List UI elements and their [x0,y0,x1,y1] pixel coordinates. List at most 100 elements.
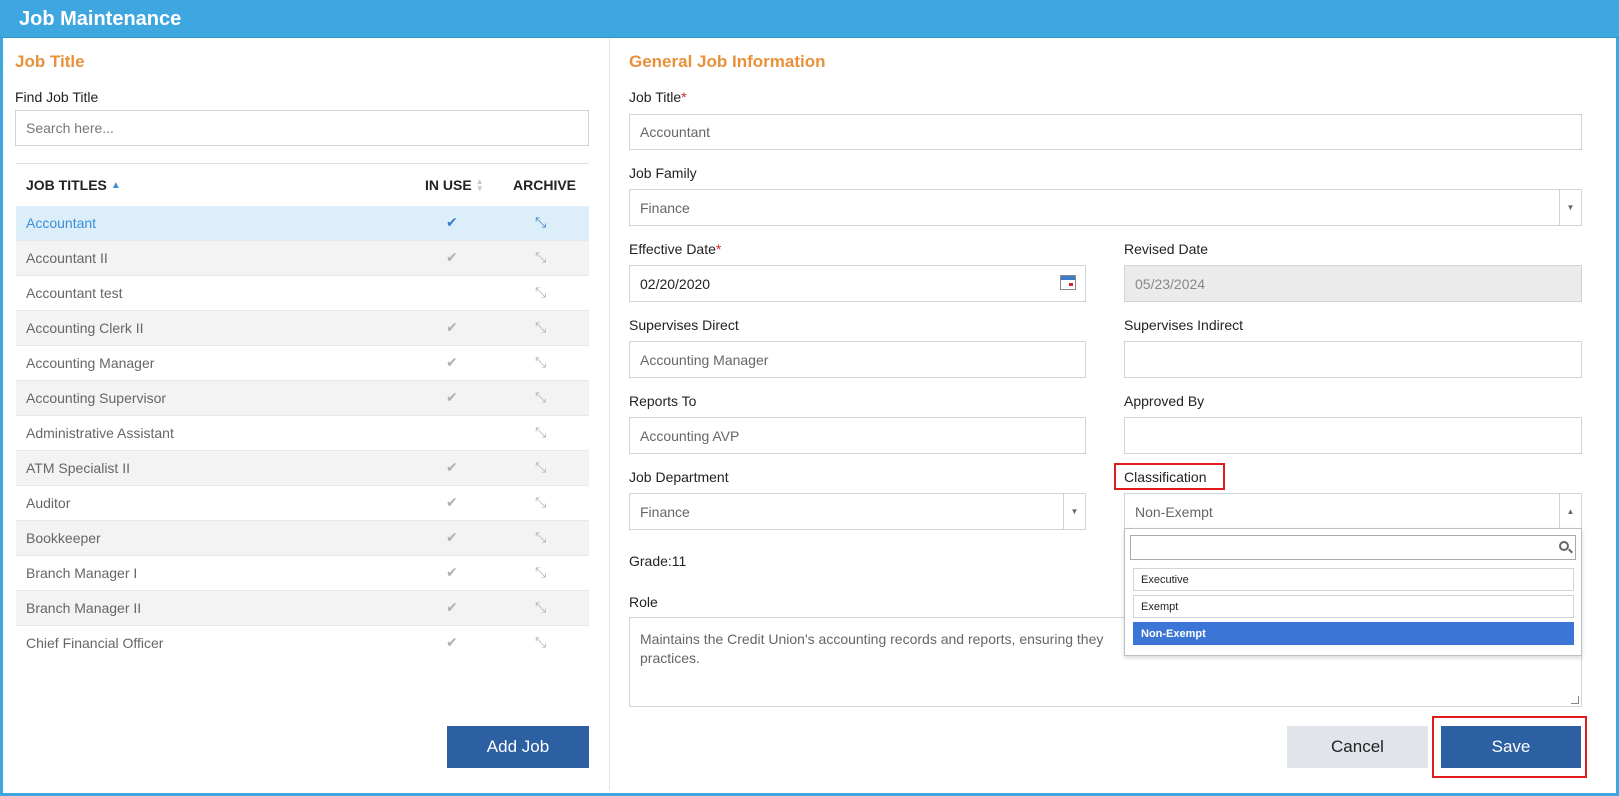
checkmark-icon: ✔ [446,634,458,650]
job-title-cell: Accounting Clerk II [26,320,144,336]
sort-ascending-icon: ▲ [110,180,121,191]
job-title-cell: Accountant II [26,250,108,266]
table-row[interactable]: Accounting Clerk II ✔ ⤡ [16,311,589,346]
job-title-cell: Accounting Supervisor [26,390,167,406]
classification-dropdown: Executive Exempt Non-Exempt [1124,528,1582,656]
approved-by-field[interactable] [1124,417,1582,454]
archive-icon[interactable]: ⤡ [535,599,546,616]
table-row[interactable]: Accounting Manager ✔ ⤡ [16,346,589,381]
job-department-label: Job Department [629,469,729,485]
column-header-in-use[interactable]: IN USE ▲ ▼ [425,177,484,193]
job-title-cell: Auditor [26,495,71,511]
option-exempt[interactable]: Exempt [1133,595,1574,618]
effective-date-label: Effective Date* [629,241,721,257]
chevron-up-icon[interactable]: ▲ [1559,494,1581,529]
option-executive[interactable]: Executive [1133,568,1574,591]
table-row[interactable]: Auditor ✔ ⤡ [16,486,589,521]
sort-both-icon: ▲ ▼ [475,177,484,193]
find-job-title-label: Find Job Title [15,89,99,105]
column-header-archive: ARCHIVE [513,177,577,193]
job-title-cell: ATM Specialist II [26,460,130,476]
dropdown-search-input[interactable] [1130,535,1576,560]
chevron-down-icon[interactable]: ▼ [1063,494,1085,529]
archive-icon[interactable]: ⤡ [535,529,546,546]
required-marker: * [715,241,722,257]
add-job-button[interactable]: Add Job [447,726,589,768]
effective-date-value: 02/20/2020 [640,275,711,292]
classification-select[interactable]: Non-Exempt ▲ [1124,493,1582,530]
archive-icon[interactable]: ⤡ [535,494,546,511]
supervises-direct-field[interactable]: Accounting Manager [629,341,1086,378]
cancel-button[interactable]: Cancel [1287,726,1428,768]
job-titles-table: Accountant ✔ ⤡ Accountant II ✔ ⤡ Accountant te… [16,206,589,658]
chevron-down-icon[interactable]: ▼ [1559,190,1581,225]
job-title-label: Job Title* [629,89,687,105]
archive-icon[interactable]: ⤡ [535,564,546,581]
checkmark-icon: ✔ [446,249,458,265]
archive-icon[interactable]: ⤡ [535,284,546,301]
checkmark-icon: ✔ [446,354,458,370]
search-icon [1559,541,1569,551]
reports-to-field[interactable]: Accounting AVP [629,417,1086,454]
column-header-in-use-label: IN USE [425,177,472,193]
approved-by-label: Approved By [1124,393,1205,409]
job-title-cell: Bookkeeper [26,530,101,546]
job-title-cell: Accounting Manager [26,355,155,371]
checkmark-icon: ✔ [446,214,458,230]
table-row[interactable]: Chief Financial Officer ✔ ⤡ [16,626,589,658]
archive-icon[interactable]: ⤡ [535,389,546,406]
job-department-value: Finance [640,503,690,520]
table-row[interactable]: Accounting Supervisor ✔ ⤡ [16,381,589,416]
job-title-cell: Accountant test [26,285,123,301]
revised-date-label: Revised Date [1124,241,1209,257]
checkmark-icon: ✔ [446,529,458,545]
job-title-cell: Accountant [26,215,97,231]
window-title: Job Maintenance [19,8,182,30]
panel-divider [609,38,610,790]
checkmark-icon: ✔ [446,599,458,615]
classification-value: Non-Exempt [1135,503,1213,520]
table-row[interactable]: Accountant ✔ ⤡ [16,206,589,241]
grade-text: Grade:11 [629,553,687,569]
revised-date-field: 05/23/2024 [1124,265,1582,302]
job-family-value: Finance [640,199,690,216]
effective-date-field[interactable]: 02/20/2020 [629,265,1086,302]
archive-icon[interactable]: ⤡ [535,634,546,651]
archive-icon[interactable]: ⤡ [535,214,546,231]
job-department-select[interactable]: Finance ▼ [629,493,1086,530]
option-non-exempt[interactable]: Non-Exempt [1133,622,1574,645]
table-row[interactable]: Branch Manager II ✔ ⤡ [16,591,589,626]
title-bar: Job Maintenance [0,0,1619,38]
archive-icon[interactable]: ⤡ [535,459,546,476]
archive-icon[interactable]: ⤡ [535,249,546,266]
checkmark-icon: ✔ [446,319,458,335]
table-row[interactable]: Bookkeeper ✔ ⤡ [16,521,589,556]
table-row[interactable]: Branch Manager I ✔ ⤡ [16,556,589,591]
table-top-border [16,163,589,164]
table-row[interactable]: ATM Specialist II ✔ ⤡ [16,451,589,486]
table-row[interactable]: Accountant II ✔ ⤡ [16,241,589,276]
classification-label-highlight [1114,463,1225,490]
job-family-label: Job Family [629,165,697,181]
job-family-select[interactable]: Finance ▼ [629,189,1582,226]
table-row[interactable]: Administrative Assistant ⤡ [16,416,589,451]
job-title-section-title: Job Title [15,52,85,71]
job-title-field[interactable]: Accountant [629,114,1582,150]
archive-icon[interactable]: ⤡ [535,354,546,371]
effective-date-label-text: Effective Date [629,241,716,257]
job-title-cell: Administrative Assistant [26,425,174,441]
role-label: Role [629,594,658,610]
supervises-indirect-field[interactable] [1124,341,1582,378]
archive-icon[interactable]: ⤡ [535,424,546,441]
checkmark-icon: ✔ [446,459,458,475]
calendar-icon[interactable] [1060,275,1076,290]
general-job-info-title: General Job Information [629,52,826,71]
column-header-job-titles[interactable]: JOB TITLES ▲ [26,177,121,193]
checkmark-icon: ✔ [446,494,458,510]
archive-icon[interactable]: ⤡ [535,319,546,336]
table-row[interactable]: Accountant test ⤡ [16,276,589,311]
job-search-input[interactable]: Search here... [15,110,589,146]
job-title-cell: Branch Manager I [26,565,138,581]
job-title-label-text: Job Title [629,89,682,105]
resize-handle-icon[interactable] [1571,696,1579,704]
